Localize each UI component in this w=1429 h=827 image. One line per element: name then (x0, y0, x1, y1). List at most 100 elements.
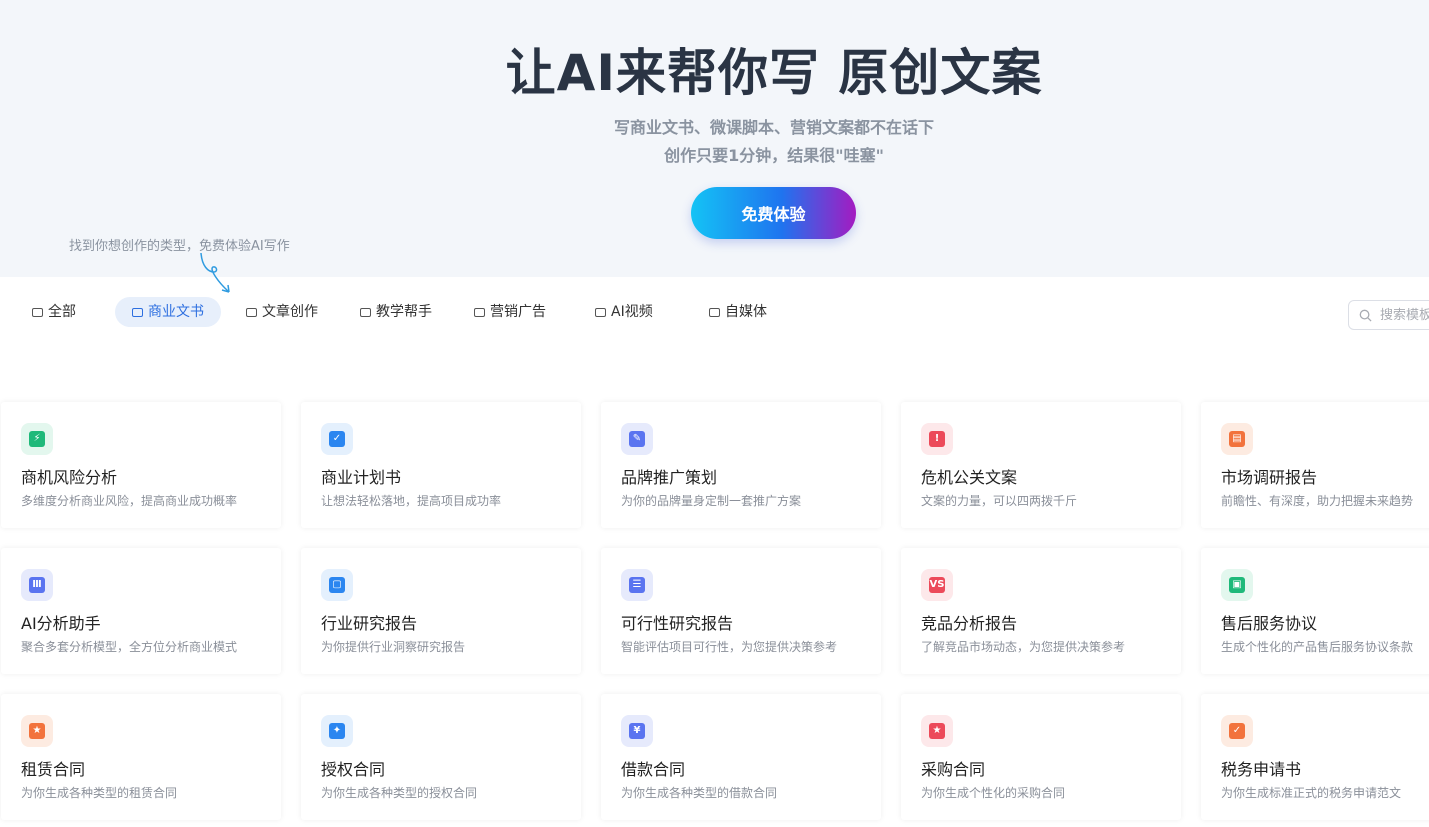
icon-glyph: ! (929, 431, 945, 447)
card-title: 可行性研究报告 (621, 614, 734, 633)
icon-glyph: ✦ (329, 723, 345, 739)
tab-icon (474, 307, 485, 317)
document-icon: ▢ (321, 569, 353, 601)
template-card[interactable]: ▢ 行业研究报告为你提供行业洞察研究报告 (301, 548, 581, 674)
tab-icon (360, 307, 371, 317)
icon-glyph: ✎ (629, 431, 645, 447)
purchase-icon: ★ (921, 715, 953, 747)
template-card[interactable]: ⚡ 商机风险分析多维度分析商业风险，提高商业成功概率 (1, 402, 281, 528)
category-tabs: 全部 商业文书 文章创作 教学帮手 营销广告 AI视频 自媒体 (0, 297, 1429, 331)
tab-label: AI视频 (611, 304, 653, 320)
template-card[interactable]: VS 竞品分析报告了解竞品市场动态，为您提供决策参考 (901, 548, 1181, 674)
icon-glyph: ▤ (1229, 431, 1245, 447)
card-description: 为你生成各种类型的借款合同 (621, 786, 778, 800)
icon-glyph: ▣ (1229, 577, 1245, 593)
checklist-icon: ☰ (621, 569, 653, 601)
card-description: 为你生成标准正式的税务申请范文 (1221, 786, 1402, 800)
warning-icon: ! (921, 423, 953, 455)
tab-business-docs[interactable]: 商业文书 (115, 297, 221, 327)
contract-icon: ▣ (1221, 569, 1253, 601)
card-description: 多维度分析商业风险，提高商业成功概率 (21, 494, 238, 508)
license-icon: ✦ (321, 715, 353, 747)
icon-glyph: Ⅲ (29, 577, 45, 593)
card-title: 采购合同 (921, 760, 986, 779)
tab-label: 自媒体 (725, 304, 767, 320)
loan-icon: ¥ (621, 715, 653, 747)
template-card[interactable]: ☰ 可行性研究报告 智能评估项目可行性，为您提供决策参考 (601, 548, 881, 674)
curved-arrow-icon (200, 252, 230, 293)
card-title: 商业计划书 (321, 468, 402, 487)
tab-label: 教学帮手 (376, 304, 432, 320)
card-title: 借款合同 (621, 760, 686, 779)
tab-icon (246, 307, 257, 317)
icon-glyph: ★ (29, 723, 45, 739)
card-description: 让想法轻松落地，提高项目成功率 (321, 494, 502, 508)
tab-teaching-helper[interactable]: 教学帮手 (360, 297, 432, 327)
report-icon: ▤ (1221, 423, 1253, 455)
hero-subtitle-2: 创作只要1分钟，结果很"哇塞" (664, 146, 884, 165)
hero-banner: 让AI来帮你写 原创文案 写商业文书、微课脚本、营销文案都不在话下 创作只要1分… (0, 0, 1429, 293)
template-card[interactable]: ★ 租赁合同为你生成各种类型的租赁合同 (1, 694, 281, 820)
icon-glyph: ⚡ (29, 431, 45, 447)
search-box[interactable] (1348, 300, 1429, 330)
template-card[interactable]: ★ 采购合同为你生成个性化的采购合同 (901, 694, 1181, 820)
template-card[interactable]: Ⅲ AI分析助手 聚合多套分析模型，全方位分析商业模式 (1, 548, 281, 674)
card-description: 为你生成各种类型的授权合同 (321, 786, 478, 800)
lease-icon: ★ (21, 715, 53, 747)
tax-icon: ✓ (1221, 715, 1253, 747)
hint-text: 找到你想创作的类型，免费体验AI写作 (69, 239, 290, 254)
card-title: 租赁合同 (21, 760, 86, 779)
tab-ai-video[interactable]: AI视频 (595, 297, 653, 327)
template-card[interactable]: ▣ 售后服务协议 生成个性化的产品售后服务协议条款 (1201, 548, 1429, 674)
card-title: 授权合同 (321, 760, 386, 779)
tab-icon (595, 307, 606, 317)
tab-article-writing[interactable]: 文章创作 (246, 297, 318, 327)
tab-icon (709, 307, 720, 317)
icon-glyph: ★ (929, 723, 945, 739)
card-description: 为你生成个性化的采购合同 (921, 786, 1066, 800)
template-card[interactable]: ✦ 授权合同为你生成各种类型的授权合同 (301, 694, 581, 820)
card-description: 为你的品牌量身定制一套推广方案 (621, 494, 802, 508)
page-title: 让AI来帮你写 原创文案 (505, 44, 1043, 102)
tab-all[interactable]: 全部 (32, 297, 76, 327)
search-input[interactable] (1378, 306, 1429, 324)
tab-marketing-ads[interactable]: 营销广告 (474, 297, 546, 327)
tab-icon (32, 307, 43, 317)
card-description: 了解竞品市场动态，为您提供决策参考 (921, 640, 1126, 654)
tab-label: 文章创作 (262, 304, 318, 320)
card-description: 文案的力量，可以四两拨千斤 (921, 494, 1078, 508)
template-card[interactable]: ✓ 商业计划书让想法轻松落地，提高项目成功率 (301, 402, 581, 528)
free-trial-button[interactable]: 免费体验 (691, 187, 856, 239)
icon-glyph: ¥ (629, 723, 645, 739)
tab-label: 商业文书 (148, 304, 204, 320)
template-card[interactable]: ▤ 市场调研报告 前瞻性、有深度，助力把握未来趋势 (1201, 402, 1429, 528)
search-icon (1359, 309, 1372, 322)
card-description: 前瞻性、有深度，助力把握未来趋势 (1221, 494, 1414, 508)
template-card[interactable]: ✎ 品牌推广策划为你的品牌量身定制一套推广方案 (601, 402, 881, 528)
icon-glyph: ✓ (329, 431, 345, 447)
tab-label: 全部 (48, 304, 76, 320)
card-title: 危机公关文案 (921, 468, 1018, 487)
template-card[interactable]: ! 危机公关文案文案的力量，可以四两拨千斤 (901, 402, 1181, 528)
hero-subtitle-1: 写商业文书、微课脚本、营销文案都不在话下 (613, 118, 934, 137)
card-description: 聚合多套分析模型，全方位分析商业模式 (21, 640, 238, 654)
tab-icon (132, 307, 143, 317)
icon-glyph: VS (929, 577, 945, 593)
card-description: 为你生成各种类型的租赁合同 (21, 786, 178, 800)
template-card[interactable]: ¥ 借款合同为你生成各种类型的借款合同 (601, 694, 881, 820)
icon-glyph: ✓ (1229, 723, 1245, 739)
clipboard-check-icon: ✓ (321, 423, 353, 455)
icon-glyph: ☰ (629, 577, 645, 593)
card-title: 竞品分析报告 (921, 614, 1018, 633)
bar-chart-icon: Ⅲ (21, 569, 53, 601)
card-title: 税务申请书 (1221, 760, 1302, 779)
card-title: 商机风险分析 (21, 468, 118, 487)
pencil-icon: ✎ (621, 423, 653, 455)
card-title: 行业研究报告 (321, 614, 418, 633)
card-description: 为你提供行业洞察研究报告 (321, 640, 466, 654)
card-title: 售后服务协议 (1221, 614, 1318, 633)
tab-self-media[interactable]: 自媒体 (709, 297, 767, 327)
card-title: 品牌推广策划 (621, 468, 718, 487)
versus-icon: VS (921, 569, 953, 601)
template-card[interactable]: ✓ 税务申请书为你生成标准正式的税务申请范文 (1201, 694, 1429, 820)
